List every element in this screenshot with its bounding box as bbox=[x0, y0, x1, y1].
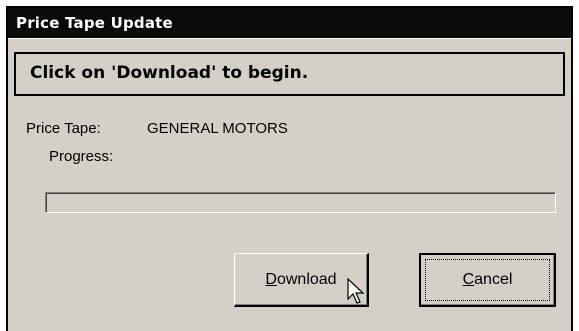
title-bar[interactable]: Price Tape Update bbox=[8, 8, 571, 39]
cancel-button[interactable]: Cancel bbox=[419, 253, 556, 307]
instruction-banner: Click on 'Download' to begin. bbox=[14, 52, 565, 96]
mouse-pointer-icon bbox=[347, 278, 365, 304]
price-tape-value: GENERAL MOTORS bbox=[147, 120, 288, 137]
price-tape-label: Price Tape: bbox=[26, 120, 101, 137]
progress-label: Progress: bbox=[49, 148, 114, 165]
focus-ring bbox=[425, 259, 550, 301]
progress-bar bbox=[45, 192, 556, 213]
window-title: Price Tape Update bbox=[16, 14, 173, 32]
download-button-label: Download bbox=[265, 270, 337, 288]
price-tape-update-dialog: Price Tape Update Click on 'Download' to… bbox=[6, 6, 573, 331]
instruction-text: Click on 'Download' to begin. bbox=[30, 63, 309, 83]
